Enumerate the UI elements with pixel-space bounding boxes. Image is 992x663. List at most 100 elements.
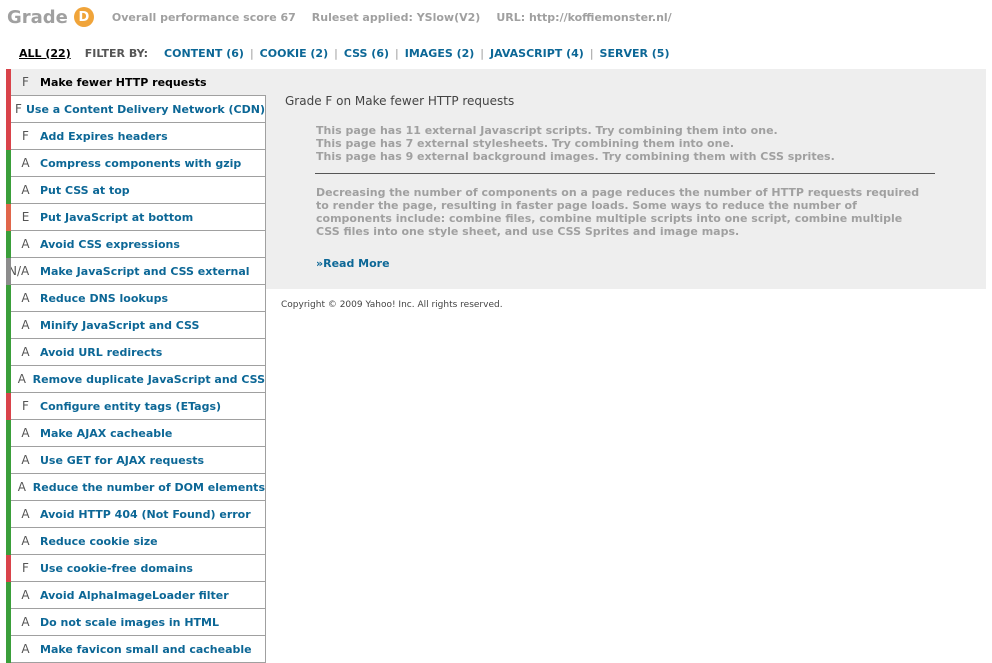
rule-item[interactable]: A Reduce cookie size [6,528,266,555]
filter-content-link[interactable]: CONTENT (6) [164,47,244,60]
rule-grade: A [21,237,30,251]
rule-grade: A [21,615,30,629]
rule-item[interactable]: A Minify JavaScript and CSS [6,312,266,339]
filter-images-link[interactable]: IMAGES (2) [405,47,475,60]
rule-item[interactable]: F Add Expires headers [6,123,266,150]
rule-title[interactable]: Add Expires headers [40,130,168,143]
rules-list: F Make fewer HTTP requests F Use a Content … [6,69,266,663]
rule-item[interactable]: F Make fewer HTTP requests [6,69,266,96]
rule-grade: A [21,345,30,359]
rule-grade: F [22,399,29,413]
finding-item: This page has 7 external stylesheets. Tr… [316,137,735,150]
rule-title[interactable]: Use a Content Delivery Network (CDN) [26,103,265,116]
filter-javascript-link[interactable]: JAVASCRIPT (4) [490,47,584,60]
rule-title[interactable]: Use cookie-free domains [40,562,193,575]
filter-bar: ALL (22) FILTER BY: CONTENT (6) | COOKIE… [19,45,670,61]
rule-item[interactable]: A Make favicon small and cacheable [6,636,266,663]
grade-color-bar [6,258,11,285]
rule-title[interactable]: Make favicon small and cacheable [40,643,252,656]
rule-title[interactable]: Configure entity tags (ETags) [40,400,221,413]
rule-grade: F [22,75,29,89]
rule-item[interactable]: A Do not scale images in HTML [6,609,266,636]
filter-separator: | [480,46,485,60]
rule-description: Decreasing the number of components on a… [316,186,920,238]
rule-grade: F [22,561,29,575]
rule-title[interactable]: Reduce cookie size [40,535,158,548]
rule-item[interactable]: F Configure entity tags (ETags) [6,393,266,420]
rule-grade: A [21,588,30,602]
finding-item: This page has 9 external background imag… [316,150,835,163]
page-url: URL: http://koffiemonster.nl/ [496,10,672,24]
rule-title[interactable]: Avoid AlphaImageLoader filter [40,589,229,602]
grade-color-bar [6,393,11,420]
rule-item[interactable]: A Avoid HTTP 404 (Not Found) error [6,501,266,528]
grade-color-bar [6,528,11,555]
rule-title[interactable]: Make fewer HTTP requests [40,76,207,89]
rule-item[interactable]: E Put JavaScript at bottom [6,204,266,231]
rule-title[interactable]: Make AJAX cacheable [40,427,172,440]
grade-color-bar [6,123,11,150]
read-more-link[interactable]: »Read More [316,257,390,270]
rule-title[interactable]: Avoid HTTP 404 (Not Found) error [40,508,251,521]
grade-color-bar [6,231,11,258]
rule-title[interactable]: Avoid URL redirects [40,346,162,359]
grade-color-bar [6,555,11,582]
rule-item[interactable]: A Reduce the number of DOM elements [6,474,266,501]
rule-title[interactable]: Reduce DNS lookups [40,292,168,305]
filter-css-link[interactable]: CSS (6) [344,47,389,60]
rule-item[interactable]: F Use cookie-free domains [6,555,266,582]
rule-item[interactable]: F Use a Content Delivery Network (CDN) [6,96,266,123]
filter-cookie-link[interactable]: COOKIE (2) [260,47,328,60]
rule-title[interactable]: Minify JavaScript and CSS [40,319,199,332]
rule-title[interactable]: Put CSS at top [40,184,130,197]
rule-item[interactable]: A Avoid URL redirects [6,339,266,366]
grade-color-bar [6,312,11,339]
grade-color-bar [6,582,11,609]
rule-item[interactable]: N/A Make JavaScript and CSS external [6,258,266,285]
rule-title[interactable]: Remove duplicate JavaScript and CSS [33,373,265,386]
rule-item[interactable]: A Avoid CSS expressions [6,231,266,258]
grade-color-bar [6,366,11,393]
rule-item[interactable]: A Make AJAX cacheable [6,420,266,447]
rule-item[interactable]: A Use GET for AJAX requests [6,447,266,474]
grade-color-bar [6,474,11,501]
rule-item[interactable]: A Remove duplicate JavaScript and CSS [6,366,266,393]
detail-title: Grade F on Make fewer HTTP requests [285,94,515,108]
rule-title[interactable]: Make JavaScript and CSS external [40,265,250,278]
filter-server-link[interactable]: SERVER (5) [600,47,670,60]
rule-item[interactable]: A Put CSS at top [6,177,266,204]
filter-separator: | [334,46,338,60]
filter-separator: | [589,46,594,60]
ruleset-applied: Ruleset applied: YSlow(V2) [311,10,481,24]
rule-title[interactable]: Do not scale images in HTML [40,616,219,629]
rule-grade: N/A [8,264,30,278]
filter-separator: | [395,46,399,60]
grade-color-bar [6,96,11,123]
rule-grade: A [21,291,30,305]
report-header: Grade D Overall performance score 67 Rul… [7,4,672,30]
filter-all-link[interactable]: ALL (22) [19,47,71,60]
rule-item[interactable]: A Avoid AlphaImageLoader filter [6,582,266,609]
rule-title[interactable]: Avoid CSS expressions [40,238,180,251]
grade-color-bar [6,285,11,312]
filter-separator: | [249,46,254,60]
rule-grade: E [21,210,30,224]
rule-grade: A [21,642,30,656]
finding-item: This page has 11 external Javascript scr… [316,124,778,137]
rule-title[interactable]: Use GET for AJAX requests [40,454,204,467]
rule-grade: A [21,534,30,548]
grade-color-bar [6,177,11,204]
rule-title[interactable]: Reduce the number of DOM elements [33,481,265,494]
grade-color-bar [6,339,11,366]
findings-list: This page has 11 external Javascript scr… [316,124,835,163]
grade-color-bar [6,69,11,96]
rule-item[interactable]: A Compress components with gzip [6,150,266,177]
grade-label: Grade [7,6,68,28]
rule-title[interactable]: Put JavaScript at bottom [40,211,193,224]
rule-detail-panel: Grade F on Make fewer HTTP requests This… [266,69,986,289]
rule-title[interactable]: Compress components with gzip [40,157,241,170]
grade-color-bar [6,150,11,177]
rule-grade: A [21,426,30,440]
grade-color-bar [6,609,11,636]
rule-item[interactable]: A Reduce DNS lookups [6,285,266,312]
